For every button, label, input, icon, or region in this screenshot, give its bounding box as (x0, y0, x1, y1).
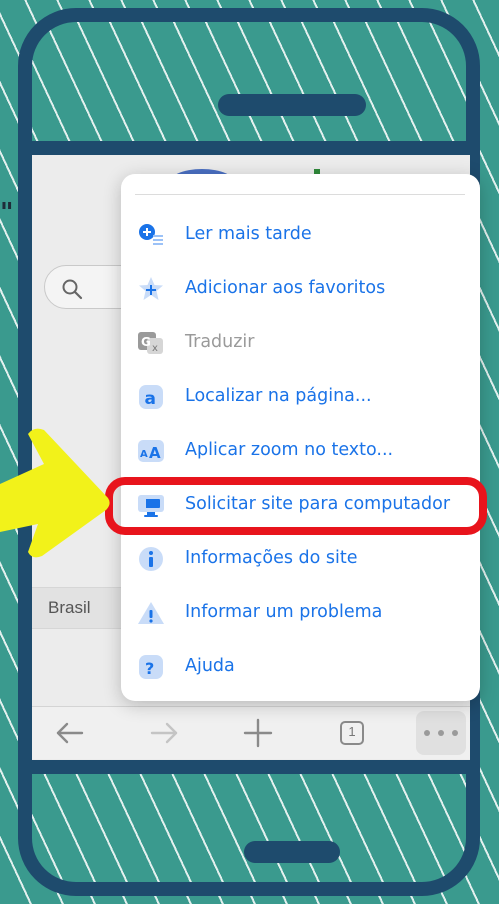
menu-item-read-later[interactable]: Ler mais tarde (121, 208, 480, 262)
menu-item-label: Localizar na página... (185, 386, 372, 406)
svg-text:?: ? (145, 659, 154, 678)
phone-home-bar (244, 841, 340, 863)
phone-speaker (218, 94, 366, 116)
menu-item-add-favorites[interactable]: Adicionar aos favoritos (121, 262, 480, 316)
menu-divider (135, 194, 465, 195)
read-later-icon (139, 224, 163, 245)
help-icon: ? (139, 655, 163, 679)
menu-item-label: Adicionar aos favoritos (185, 278, 386, 298)
overflow-menu: Ler mais tarde Adicionar aos favoritos G… (121, 174, 480, 701)
svg-text:x: x (152, 343, 158, 354)
menu-item-label: Traduzir (185, 332, 255, 352)
highlight-outline (105, 477, 487, 535)
more-dot (452, 730, 458, 736)
tab-count: 1 (348, 724, 356, 739)
browser-bottom-toolbar: 1 (32, 706, 470, 759)
quote-mark: " (0, 198, 14, 228)
new-tab-button[interactable] (240, 715, 276, 751)
menu-item-site-info[interactable]: Informações do site (121, 532, 480, 586)
menu-item-translate[interactable]: G x Traduzir (121, 316, 480, 370)
translate-icon: G x (138, 332, 163, 354)
text-zoom-icon: A A (138, 440, 164, 462)
svg-text:G: G (141, 335, 151, 349)
back-arrow-icon (56, 722, 84, 744)
svg-text:A: A (149, 444, 161, 462)
menu-item-text-zoom[interactable]: A A Aplicar zoom no texto... (121, 424, 480, 478)
search-icon (62, 279, 83, 300)
menu-item-label: Aplicar zoom no texto... (185, 440, 394, 460)
star-icon (139, 277, 163, 300)
svg-text:a: a (145, 389, 156, 409)
info-icon (139, 547, 163, 571)
yellow-pointer-arrow-icon (0, 428, 110, 558)
warning-icon (138, 602, 164, 624)
menu-item-label: Informar um problema (185, 602, 383, 622)
region-label: Brasil (48, 598, 91, 617)
forward-arrow-icon (150, 722, 178, 744)
back-button[interactable] (52, 715, 88, 751)
menu-item-label: Ajuda (185, 656, 235, 676)
plus-icon (243, 718, 273, 748)
find-in-page-icon: a (139, 385, 163, 409)
menu-item-find-in-page[interactable]: a Localizar na página... (121, 370, 480, 424)
more-dots-icon (424, 730, 430, 736)
svg-text:A: A (140, 449, 148, 460)
menu-item-label: Informações do site (185, 548, 358, 568)
forward-button[interactable] (146, 715, 182, 751)
tab-switcher-button[interactable]: 1 (334, 715, 370, 751)
menu-item-report-issue[interactable]: Informar um problema (121, 586, 480, 640)
more-button[interactable] (416, 711, 466, 755)
menu-item-help[interactable]: ? Ajuda (121, 640, 480, 694)
more-dot (438, 730, 444, 736)
menu-item-label: Ler mais tarde (185, 224, 312, 244)
